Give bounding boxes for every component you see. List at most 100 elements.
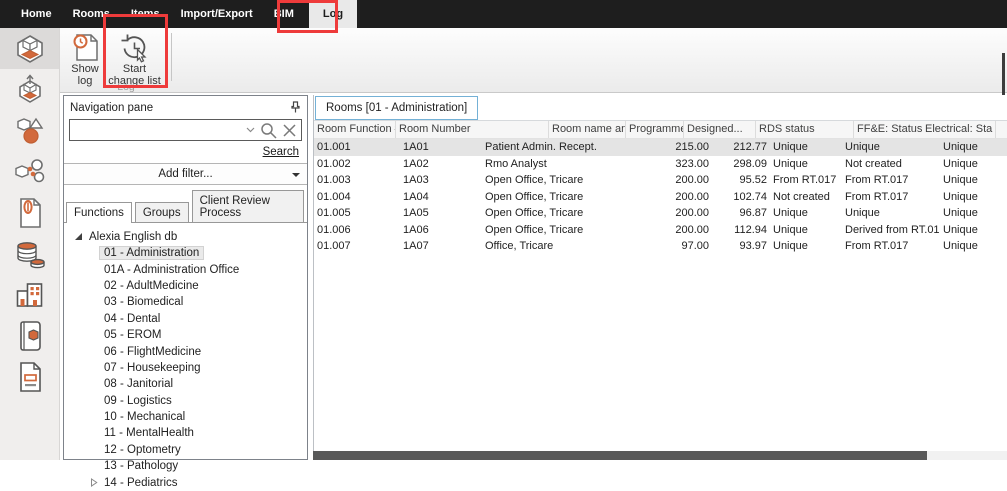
menu-item[interactable]: Items [131, 0, 160, 28]
sidebar-icon-button[interactable] [0, 274, 59, 315]
ribbon-group-label: Log [96, 81, 156, 93]
sidebar-icon-button[interactable] [0, 151, 59, 192]
cell-room-function: 01.006 [314, 222, 400, 239]
menu-item[interactable]: Home [21, 0, 52, 28]
tree-item[interactable]: 07 - Housekeeping [74, 360, 307, 376]
table-row[interactable]: 01.004 1A04 Open Office, Tricare 200.00 … [314, 189, 1007, 206]
column-header[interactable]: Programmed... [626, 121, 684, 138]
cell-ffe-status: Not created [842, 156, 940, 173]
scrollbar-thumb[interactable] [313, 451, 927, 460]
cell-programmed: 215.00 [635, 139, 712, 156]
grid-body: 01.001 1A01 Patient Admin. Recept. 215.0… [314, 139, 1007, 255]
column-header[interactable]: Room Function #: [314, 121, 396, 138]
tree-item[interactable]: 02 - AdultMedicine [74, 278, 307, 294]
database-icon [14, 238, 46, 270]
search-icon[interactable] [260, 122, 277, 139]
cell-designed: 95.52 [712, 172, 770, 189]
column-header[interactable]: Designed... [684, 121, 756, 138]
tree-item[interactable]: 14 - Pediatrics [74, 474, 307, 490]
table-row[interactable]: 01.006 1A06 Open Office, Tricare 200.00 … [314, 222, 1007, 239]
tree-item[interactable]: 01 - Administration [74, 245, 307, 261]
cell-room-function: 01.002 [314, 156, 400, 173]
tree-item[interactable]: 10 - Mechanical [74, 409, 307, 425]
cell-rds-status: From RT.017 [770, 172, 842, 189]
cell-ffe-status: Unique [842, 139, 940, 156]
cell-programmed: 200.00 [635, 205, 712, 222]
sidebar-icon-button[interactable] [0, 110, 59, 151]
table-row[interactable]: 01.002 1A02 Rmo Analyst 323.00 298.09 Un… [314, 156, 1007, 173]
show-log-button[interactable]: Show log [66, 31, 104, 87]
cell-room-name: Patient Admin. Recept. [482, 139, 635, 156]
cell-room-function: 01.004 [314, 189, 400, 206]
cell-programmed: 200.00 [635, 189, 712, 206]
tree-item[interactable]: 03 - Biomedical [74, 294, 307, 310]
table-row[interactable]: 01.003 1A03 Open Office, Tricare 200.00 … [314, 172, 1007, 189]
menu-item[interactable]: Rooms [73, 0, 110, 28]
cell-programmed: 323.00 [635, 156, 712, 173]
cell-rds-status: Unique [770, 205, 842, 222]
nav-tab[interactable]: Functions [66, 202, 132, 223]
document-tabstrip: Rooms [01 - Administration] [314, 95, 1007, 120]
table-row[interactable]: 01.007 1A07 Office, Tricare 97.00 93.97 … [314, 238, 1007, 255]
tree-item[interactable]: 13 - Pathology [74, 458, 307, 474]
nav-tab[interactable]: Groups [135, 202, 189, 222]
tab-log[interactable]: Log [309, 0, 357, 28]
show-log-icon [66, 31, 104, 63]
expanded-arrow-icon[interactable] [74, 232, 83, 241]
sidebar-icon-button[interactable] [0, 233, 59, 274]
cell-programmed: 200.00 [635, 222, 712, 239]
tree-root[interactable]: Alexia English db [74, 228, 307, 245]
column-header[interactable]: FF&E: Status [854, 121, 922, 138]
catalog-icon [15, 320, 45, 352]
column-header[interactable]: Room name and room description [549, 121, 626, 138]
cell-room-number: 1A04 [400, 189, 482, 206]
sidebar-icon-button[interactable] [0, 192, 59, 233]
column-header[interactable]: RDS status [756, 121, 854, 138]
add-filter-label: Add filter... [158, 168, 212, 180]
sidebar-icon-button[interactable] [0, 28, 59, 69]
cell-rds-status: Unique [770, 222, 842, 239]
sidebar-icon-button[interactable] [0, 69, 59, 110]
horizontal-scrollbar[interactable] [313, 451, 1007, 460]
menu-item[interactable]: BIM [274, 0, 294, 28]
cell-ffe-status: From RT.017 [842, 238, 940, 255]
rooms-panel: Rooms [01 - Administration] Room Functio… [313, 95, 1007, 460]
column-header[interactable]: Room Number [396, 121, 549, 138]
table-row[interactable]: 01.001 1A01 Patient Admin. Recept. 215.0… [314, 139, 1007, 156]
rooms-model-icon [14, 33, 46, 65]
add-filter-dropdown[interactable]: Add filter... [64, 163, 307, 185]
menu-item[interactable]: Import/Export [181, 0, 253, 28]
search-input[interactable] [74, 124, 241, 136]
column-header[interactable]: Electrical: Sta [922, 121, 996, 138]
cell-electrical-status: Unique [940, 139, 1007, 156]
search-link[interactable]: Search [263, 146, 299, 158]
top-menubar: Home Rooms Items Import/Export BIM Log [0, 0, 1007, 28]
tree-item[interactable]: 08 - Janitorial [74, 376, 307, 392]
sidebar-icon-button[interactable] [0, 356, 59, 397]
tree-item[interactable]: 04 - Dental [74, 311, 307, 327]
cell-room-function: 01.007 [314, 238, 400, 255]
cell-room-name: Open Office, Tricare [482, 222, 635, 239]
cell-room-name: Open Office, Tricare [482, 205, 635, 222]
chevron-down-icon[interactable] [246, 127, 255, 133]
table-row[interactable]: 01.005 1A05 Open Office, Tricare 200.00 … [314, 205, 1007, 222]
tree-item[interactable]: 12 - Optometry [74, 442, 307, 458]
tree-item[interactable]: 05 - EROM [74, 327, 307, 343]
start-change-list-button[interactable]: Start change list [105, 31, 164, 87]
cell-room-name: Office, Tricare [482, 238, 635, 255]
tree-item[interactable]: 09 - Logistics [74, 393, 307, 409]
nav-tab[interactable]: Client Review Process [192, 190, 304, 222]
tree-item[interactable]: 01A - Administration Office [74, 261, 307, 277]
sidebar-icon-button[interactable] [0, 315, 59, 356]
rooms-document-tab[interactable]: Rooms [01 - Administration] [315, 96, 478, 120]
tree-item[interactable]: 11 - MentalHealth [74, 425, 307, 441]
cell-electrical-status: Unique [940, 238, 1007, 255]
cell-rds-status: Unique [770, 156, 842, 173]
tree-item[interactable]: 06 - FlightMedicine [74, 343, 307, 359]
cell-designed: 93.97 [712, 238, 770, 255]
collapsed-arrow-icon[interactable] [90, 478, 99, 487]
pin-icon[interactable] [290, 101, 301, 114]
ribbon-separator [171, 33, 172, 81]
cell-room-name: Open Office, Tricare [482, 172, 635, 189]
clear-icon[interactable] [282, 123, 297, 138]
